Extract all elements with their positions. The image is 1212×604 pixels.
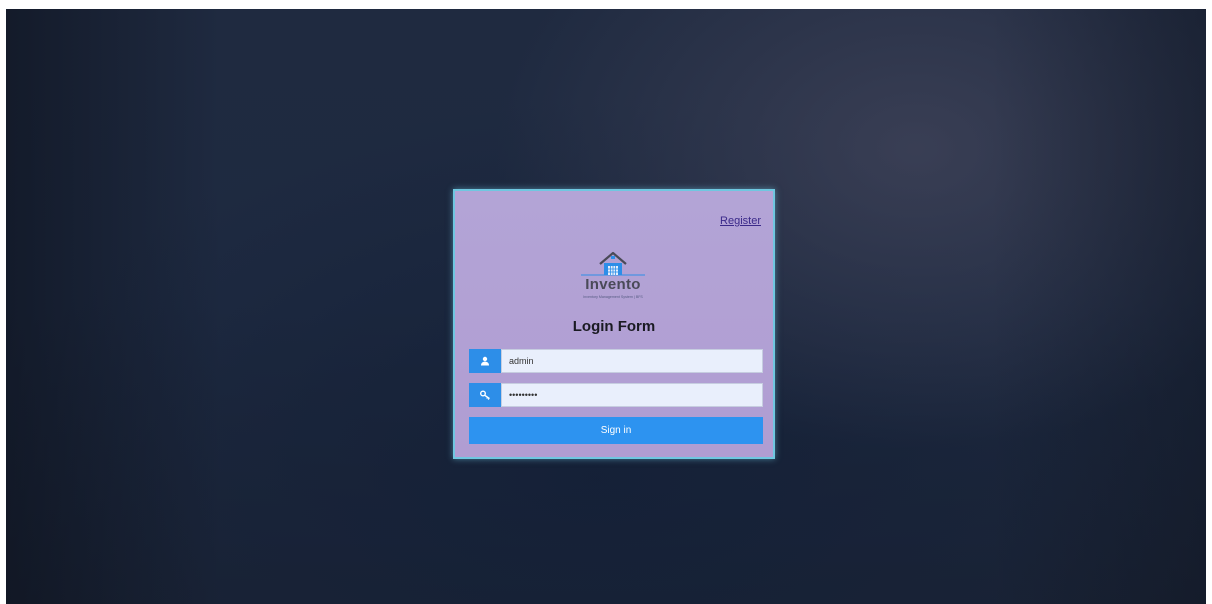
user-icon bbox=[469, 349, 501, 373]
key-icon bbox=[469, 383, 501, 407]
password-field bbox=[469, 383, 763, 407]
form-title: Login Form bbox=[572, 318, 656, 335]
app-logo: Invento Inventory Management System | BF… bbox=[573, 247, 653, 303]
warehouse-house-icon bbox=[581, 251, 645, 276]
logo-tagline: Inventory Management System | BFS bbox=[583, 295, 643, 299]
username-input[interactable] bbox=[501, 349, 763, 373]
password-input[interactable] bbox=[501, 383, 763, 407]
username-field bbox=[469, 349, 763, 373]
login-card: Register Invento Inventory Management Sy… bbox=[453, 189, 775, 459]
register-link[interactable]: Register bbox=[720, 215, 761, 227]
page-background: Register Invento Inventory Management Sy… bbox=[6, 9, 1206, 604]
logo-name: Invento bbox=[585, 276, 641, 293]
sign-in-button[interactable]: Sign in bbox=[469, 417, 763, 444]
